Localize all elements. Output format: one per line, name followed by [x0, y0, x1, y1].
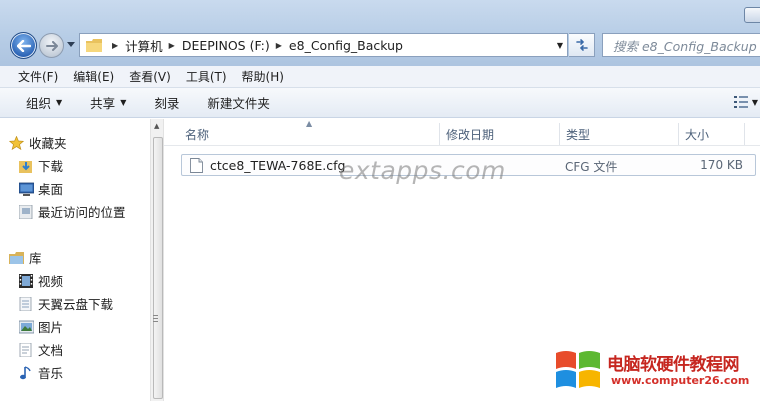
file-name: ctce8_TEWA-768E.cfg — [210, 158, 346, 173]
share-button[interactable]: 共享 ▼ — [90, 93, 126, 112]
menu-edit[interactable]: 编辑(E) — [73, 68, 114, 85]
title-bar: ▶ 计算机 ▶ DEEPINOS (F:) ▶ e8_Config_Backup… — [0, 0, 760, 66]
sidebar-item-desktop[interactable]: 桌面 — [19, 179, 64, 198]
chevron-down-icon: ▼ — [56, 98, 63, 107]
arrow-right-icon — [45, 40, 58, 51]
column-header-name[interactable]: 名称 — [185, 126, 209, 143]
address-bar[interactable]: ▶ 计算机 ▶ DEEPINOS (F:) ▶ e8_Config_Backup… — [79, 33, 568, 57]
organize-button[interactable]: 组织 ▼ — [26, 93, 62, 112]
chevron-right-icon[interactable]: ▶ — [112, 41, 118, 50]
menu-tools[interactable]: 工具(T) — [186, 68, 227, 85]
desktop-icon — [19, 182, 34, 196]
document-icon — [19, 342, 32, 357]
organize-label: 组织 — [26, 96, 52, 111]
menu-view[interactable]: 查看(V) — [129, 68, 171, 85]
document-folder-icon — [19, 296, 32, 311]
column-divider[interactable] — [439, 123, 440, 145]
column-divider[interactable] — [744, 123, 745, 145]
recent-pages-dropdown-icon[interactable] — [67, 42, 75, 48]
file-size: 170 KB — [700, 158, 743, 172]
scroll-grip-icon — [153, 315, 158, 322]
file-icon — [190, 158, 203, 173]
chevron-down-icon: ▼ — [751, 97, 758, 107]
command-bar: 组织 ▼ 共享 ▼ 刻录 新建文件夹 ▼ — [0, 88, 760, 118]
refresh-button[interactable] — [569, 33, 595, 57]
menu-bar: 文件(F) 编辑(E) 查看(V) 工具(T) 帮助(H) — [0, 66, 760, 88]
sidebar-item-label: 下载 — [38, 159, 64, 174]
sidebar-item-recent[interactable]: 最近访问的位置 — [19, 202, 126, 221]
address-dropdown-icon[interactable]: ▼ — [557, 41, 563, 50]
share-label: 共享 — [90, 96, 116, 111]
sidebar-favorites[interactable]: 收藏夹 — [9, 133, 67, 152]
sidebar-favorites-label: 收藏夹 — [29, 136, 67, 151]
sidebar-item-label: 桌面 — [38, 182, 64, 197]
refresh-icon — [575, 39, 588, 51]
sidebar-item-label: 视频 — [38, 274, 64, 289]
burn-button[interactable]: 刻录 — [154, 93, 179, 112]
scroll-up-icon[interactable]: ▲ — [154, 122, 159, 130]
logo-url: www.computer26.com — [611, 374, 750, 387]
picture-icon — [19, 320, 34, 333]
music-note-icon — [20, 365, 31, 379]
watermark-text: extapps.com — [339, 156, 506, 185]
search-input[interactable]: 搜索 e8_Config_Backup — [602, 33, 760, 57]
column-header-size[interactable]: 大小 — [685, 126, 709, 143]
chevron-right-icon[interactable]: ▶ — [276, 41, 282, 50]
sort-ascending-icon: ▲ — [306, 119, 313, 128]
folder-icon — [86, 38, 102, 52]
chevron-right-icon[interactable]: ▶ — [169, 41, 175, 50]
column-divider[interactable] — [559, 123, 560, 145]
menu-file[interactable]: 文件(F) — [18, 68, 58, 85]
site-logo: 电脑软硬件教程网 www.computer26.com — [554, 347, 760, 395]
column-divider[interactable] — [678, 123, 679, 145]
breadcrumb-computer[interactable]: 计算机 — [125, 36, 163, 55]
scroll-thumb[interactable] — [153, 137, 163, 399]
forward-button[interactable] — [39, 33, 64, 58]
arrow-left-icon — [16, 39, 31, 52]
breadcrumb-drive[interactable]: DEEPINOS (F:) — [182, 38, 270, 53]
new-folder-label: 新建文件夹 — [207, 96, 270, 111]
column-header-type[interactable]: 类型 — [566, 126, 590, 143]
new-folder-button[interactable]: 新建文件夹 — [207, 93, 270, 112]
sidebar-item-music[interactable]: 音乐 — [20, 363, 64, 382]
chevron-down-icon: ▼ — [120, 98, 127, 107]
navigation-pane: 收藏夹 下载 桌面 最近访问的位置 库 视频 天翼云盘下载 图片 文档 音乐 — [0, 119, 150, 401]
recent-places-icon — [19, 204, 33, 219]
sidebar-item-label: 天翼云盘下载 — [38, 297, 114, 312]
search-placeholder: 搜索 e8_Config_Backup — [613, 38, 757, 54]
view-options-button[interactable]: ▼ — [733, 96, 758, 108]
sidebar-item-videos[interactable]: 视频 — [19, 271, 64, 290]
sidebar-item-pictures[interactable]: 图片 — [19, 317, 64, 336]
sidebar-item-label: 最近访问的位置 — [38, 205, 126, 220]
column-header-row: ▲ 名称 修改日期 类型 大小 — [164, 119, 760, 146]
sidebar-item-tianyi[interactable]: 天翼云盘下载 — [19, 294, 114, 313]
column-header-modified[interactable]: 修改日期 — [446, 126, 494, 143]
window-control-button[interactable] — [744, 7, 760, 23]
logo-title: 电脑软硬件教程网 — [607, 355, 740, 375]
back-button[interactable] — [10, 32, 37, 59]
star-icon — [9, 135, 24, 150]
menu-help[interactable]: 帮助(H) — [242, 68, 284, 85]
sidebar-item-label: 音乐 — [38, 366, 64, 381]
windows-logo-icon — [556, 351, 600, 388]
burn-label: 刻录 — [154, 96, 180, 111]
breadcrumb-folder[interactable]: e8_Config_Backup — [289, 38, 403, 53]
download-folder-icon — [19, 160, 32, 173]
sidebar-libraries-label: 库 — [29, 251, 42, 266]
navigation-scrollbar[interactable]: ▲ — [150, 119, 164, 401]
sidebar-item-documents[interactable]: 文档 — [19, 340, 64, 359]
library-icon — [9, 251, 24, 264]
sidebar-item-label: 文档 — [38, 343, 64, 358]
video-icon — [19, 273, 33, 288]
view-details-icon — [733, 96, 748, 108]
sidebar-libraries[interactable]: 库 — [9, 248, 42, 267]
file-type: CFG 文件 — [565, 160, 618, 174]
sidebar-item-downloads[interactable]: 下载 — [19, 156, 64, 175]
sidebar-item-label: 图片 — [38, 320, 64, 335]
